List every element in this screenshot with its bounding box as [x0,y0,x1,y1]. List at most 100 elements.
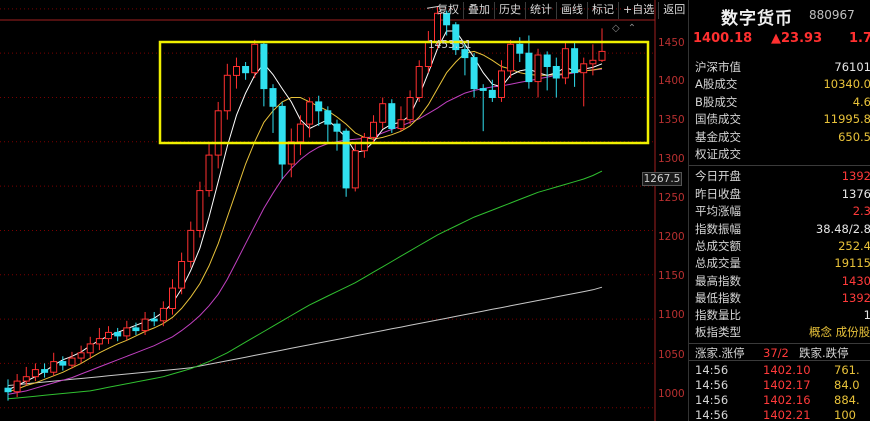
chart-toolbar: 复权 叠加 历史 统计 画线 标记 +自选 返回 [433,2,689,19]
statistics-button[interactable]: 统计 [525,2,556,19]
candle-down [278,105,286,165]
info-value: 252.4 [838,238,870,253]
candle-down [543,54,551,67]
y-tick-label: 1350 [658,114,685,126]
candle-down [242,66,250,74]
candle-up [68,357,76,366]
info-row: B股成交 4.6 [689,94,870,111]
candle-up [406,97,414,121]
candle-up [306,101,314,125]
info-label: 基金成交 [695,129,741,144]
candle-up [370,121,377,138]
price-change-pct: 1.7 [849,31,870,46]
candle-down [333,123,341,132]
candle-down [41,369,49,373]
info-label: 权证成交 [695,146,741,161]
decliners-label: 跌家.跌停 [799,346,849,360]
advancers-value: 37/2 [763,346,789,360]
candle-down [479,88,487,91]
tick-price: 1402.16 [763,393,811,407]
candle-up [22,376,30,382]
divider [689,165,870,167]
info-label: 指数量比 [695,308,741,323]
candle-down [132,327,140,332]
candle-down [114,331,122,337]
candle-up [13,380,21,393]
candle-down [488,89,496,99]
candle-down [388,103,396,129]
info-row: 最低指数 1392 [689,290,870,307]
tick-volume: 84.0 [834,378,860,392]
y-tick-label: 1150 [658,270,685,282]
candle-up [397,119,405,130]
sector-type-label: 板指类型 [695,325,741,339]
draw-line-button[interactable]: 画线 [556,2,587,19]
candle-up [95,338,103,345]
diamond-icon[interactable]: ◇ [612,23,620,34]
tick-volume: 884. [834,393,860,407]
candle-up [287,141,295,165]
y-tick-label: 1100 [658,309,685,321]
candle-down [470,57,478,90]
info-label: 今日开盘 [695,169,741,184]
info-row: 指数振幅 38.48/2.8 [689,221,870,238]
tick-volume: 761. [834,363,860,377]
ma5-line [7,30,603,391]
info-value: 10340.0 [823,77,870,92]
info-label: A股成交 [695,77,738,92]
info-label: 总成交量 [695,256,741,271]
quote-row: 1400.18 ▲23.93 1.7 [689,31,870,49]
info-value: 1392 [841,291,870,306]
candle-up [123,327,131,337]
add-watchlist-button[interactable]: +自选 [618,2,658,19]
candle-up [233,66,240,76]
y-axis: 1450 1400 1350 1300 1250 1200 1150 1100 … [655,0,688,421]
restore-rights-button[interactable]: 复权 [433,2,463,19]
info-value: 76101 [834,60,870,74]
price-change: ▲23.93 [771,31,823,46]
mark-button[interactable]: 标记 [587,2,618,19]
candle-up [580,63,588,74]
candle-down [260,43,268,90]
kline-chart[interactable] [0,0,688,421]
candle-up [141,318,149,332]
candle-up [223,74,231,112]
candle-down [525,52,533,83]
tick-row: 14:56 1402.16 884. [689,393,870,408]
sector-type-value[interactable]: 概念 成份股 [809,324,870,341]
info-label: 最高指数 [695,273,741,288]
overlay-button[interactable]: 叠加 [463,2,494,19]
candle-down [150,318,158,322]
tick-row: 14:56 1402.21 100 [689,408,870,421]
info-row: 国债成交 11995.8 [689,111,870,128]
history-button[interactable]: 历史 [494,2,525,19]
kline-chart-area[interactable]: 复权 叠加 历史 统计 画线 标记 +自选 返回 ◇ ⌃ 1453.31 145… [0,0,688,421]
candle-up [105,331,112,340]
advancers-label: 涨家.涨停 [695,346,745,360]
candle-up [31,369,39,378]
info-value: 4.6 [852,94,870,109]
candle-up [498,70,505,99]
tick-time: 14:56 [695,408,729,421]
y-tick-label: 1450 [658,37,685,49]
info-value: 650.5 [838,129,870,144]
candle-down [324,110,332,125]
info-row: 昨日收盘 1376 [689,186,870,203]
info-value: 1392 [841,169,870,184]
y-tick-label: 1000 [658,388,685,400]
tick-time: 14:56 [695,363,729,377]
candle-up [379,103,387,123]
ma120-line [7,286,603,386]
tick-list[interactable]: 14:56 1402.10 761. 14:56 1402.17 84.0 14:56 140… [689,363,870,421]
info-row: 指数量比 1 [689,307,870,324]
y-tick-label: 1400 [658,75,685,87]
tick-time: 14:56 [695,393,729,407]
tick-price: 1402.17 [763,378,811,392]
crosshair-value-tag: 1267.5 [642,172,682,186]
info-row: 总成交量 19115 [689,255,870,272]
y-tick-label: 1200 [658,231,685,243]
candle-down [516,43,524,54]
info-row: A股成交 10340.0 [689,76,870,93]
scroll-up-icon[interactable]: ⌃ [628,23,636,34]
info-row: 今日开盘 1392 [689,168,870,185]
